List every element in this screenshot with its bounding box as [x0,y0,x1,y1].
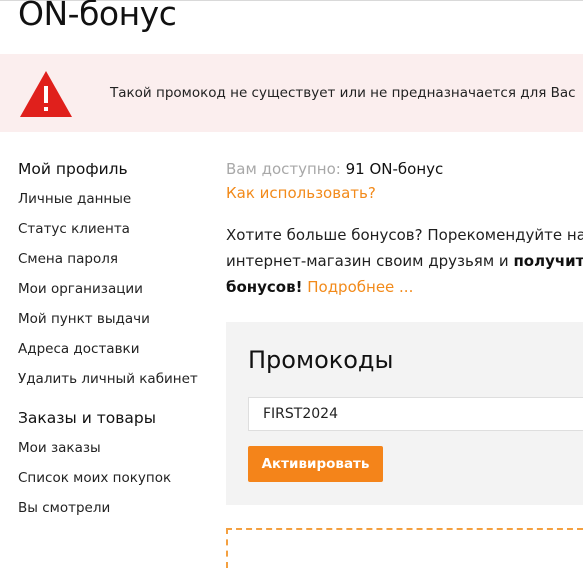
referral-line-1: Хотите больше бонусов? Порекомендуйте на… [226,226,583,244]
sidebar-section-profile: Мой профиль [18,160,128,178]
bonus-balance: Вам доступно: 91 ON-бонус [226,158,583,180]
more-details-link[interactable]: Подробнее ... [307,278,413,296]
sidebar-item-change-password[interactable]: Смена пароля [18,244,218,274]
activate-button[interactable]: Активировать [248,446,383,482]
available-value: 91 ON-бонус [345,160,444,178]
promo-title: Промокоды [248,346,394,374]
referral-line-2-text: интернет-магазин своим друзьям и [226,252,509,270]
sidebar-item-my-orders[interactable]: Мои заказы [18,433,218,463]
warning-icon [20,71,72,117]
bonus-main: Вам доступно: 91 ON-бонус Как использова… [226,158,583,300]
error-alert: Такой промокод не существует или не пред… [0,54,583,132]
sidebar-item-delivery-addresses[interactable]: Адреса доставки [18,334,218,364]
account-sidebar: Мой профиль Личные данные Статус клиента… [18,158,218,523]
how-to-use-link[interactable]: Как использовать? [226,180,583,206]
available-label: Вам доступно: [226,160,341,178]
referral-line-3-bold: бонусов! [226,278,303,296]
promo-code-panel: Промокоды Активировать [226,322,583,505]
page-title: ON-бонус [18,0,177,33]
sidebar-item-personal-data[interactable]: Личные данные [18,184,218,214]
sidebar-item-viewed[interactable]: Вы смотрели [18,493,218,523]
sidebar-item-my-organizations[interactable]: Мои организации [18,274,218,304]
dashed-info-box [226,528,583,568]
referral-line-3: бонусов! Подробнее ... [226,274,583,300]
alert-message: Такой промокод не существует или не пред… [110,85,576,101]
sidebar-item-pickup-point[interactable]: Мой пункт выдачи [18,304,218,334]
sidebar-item-client-status[interactable]: Статус клиента [18,214,218,244]
referral-line-2: интернет-магазин своим друзьям и получит… [226,248,583,274]
sidebar-section-orders: Заказы и товары [18,409,156,427]
sidebar-item-purchase-list[interactable]: Список моих покупок [18,463,218,493]
referral-text: Хотите больше бонусов? Порекомендуйте на… [226,222,583,300]
referral-line-2-bold: получите 1 [513,252,583,270]
sidebar-item-delete-account[interactable]: Удалить личный кабинет [18,364,218,394]
promo-code-input[interactable] [248,397,583,431]
